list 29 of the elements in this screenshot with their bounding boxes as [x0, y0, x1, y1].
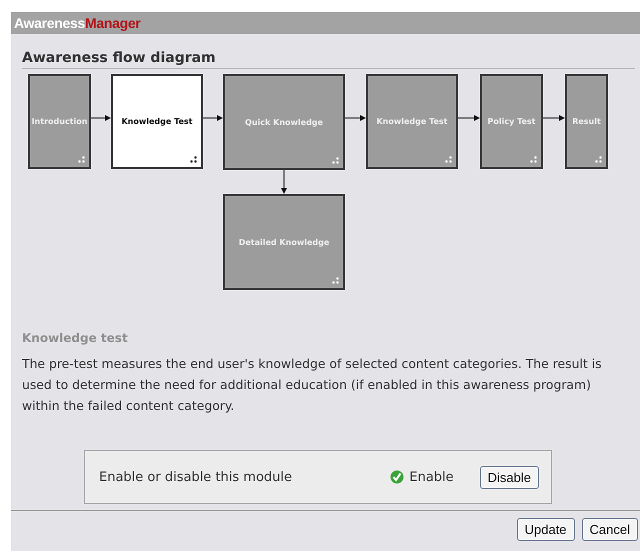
flow-node[interactable]: Result: [565, 74, 608, 169]
flow-arrow: [90, 115, 111, 121]
grip-icon: [190, 156, 197, 163]
flow-node[interactable]: Detailed Knowledge: [223, 194, 345, 290]
module-label: Enable or disable this module: [99, 470, 294, 484]
flow-node[interactable]: Introduction: [28, 74, 91, 169]
status-text: Enable: [409, 470, 454, 484]
flow-arrow: [542, 115, 565, 121]
flow-node[interactable]: Quick Knowledge: [223, 74, 345, 170]
grip-icon: [332, 157, 339, 164]
footer-button[interactable]: Cancel: [582, 518, 638, 541]
flow-arrow: [344, 115, 366, 121]
section-heading: Awareness flow diagram: [22, 34, 635, 69]
footer-button[interactable]: Update: [516, 518, 575, 541]
description-text: The pre-test measures the end user's knowledge of selected content categories. The result is used to determine the need for additional education (if enabled in this awareness program) within the failed content category.: [22, 355, 603, 415]
flow-arrow: [458, 115, 480, 121]
flow-node[interactable]: Knowledge Test: [111, 74, 203, 169]
flow-node[interactable]: Policy Test: [480, 74, 543, 169]
grip-icon: [595, 156, 602, 163]
grip-icon: [445, 156, 452, 163]
flow-arrow: [202, 115, 223, 121]
grip-icon: [78, 156, 85, 163]
detail-title: Knowledge test: [22, 331, 129, 345]
app-title: AwarenessManager: [14, 15, 140, 31]
grip-icon: [332, 277, 339, 284]
flow-node[interactable]: Knowledge Test: [366, 74, 458, 169]
disable-button[interactable]: Disable: [480, 466, 539, 488]
flow-arrow: [281, 170, 287, 194]
grip-icon: [530, 156, 537, 163]
